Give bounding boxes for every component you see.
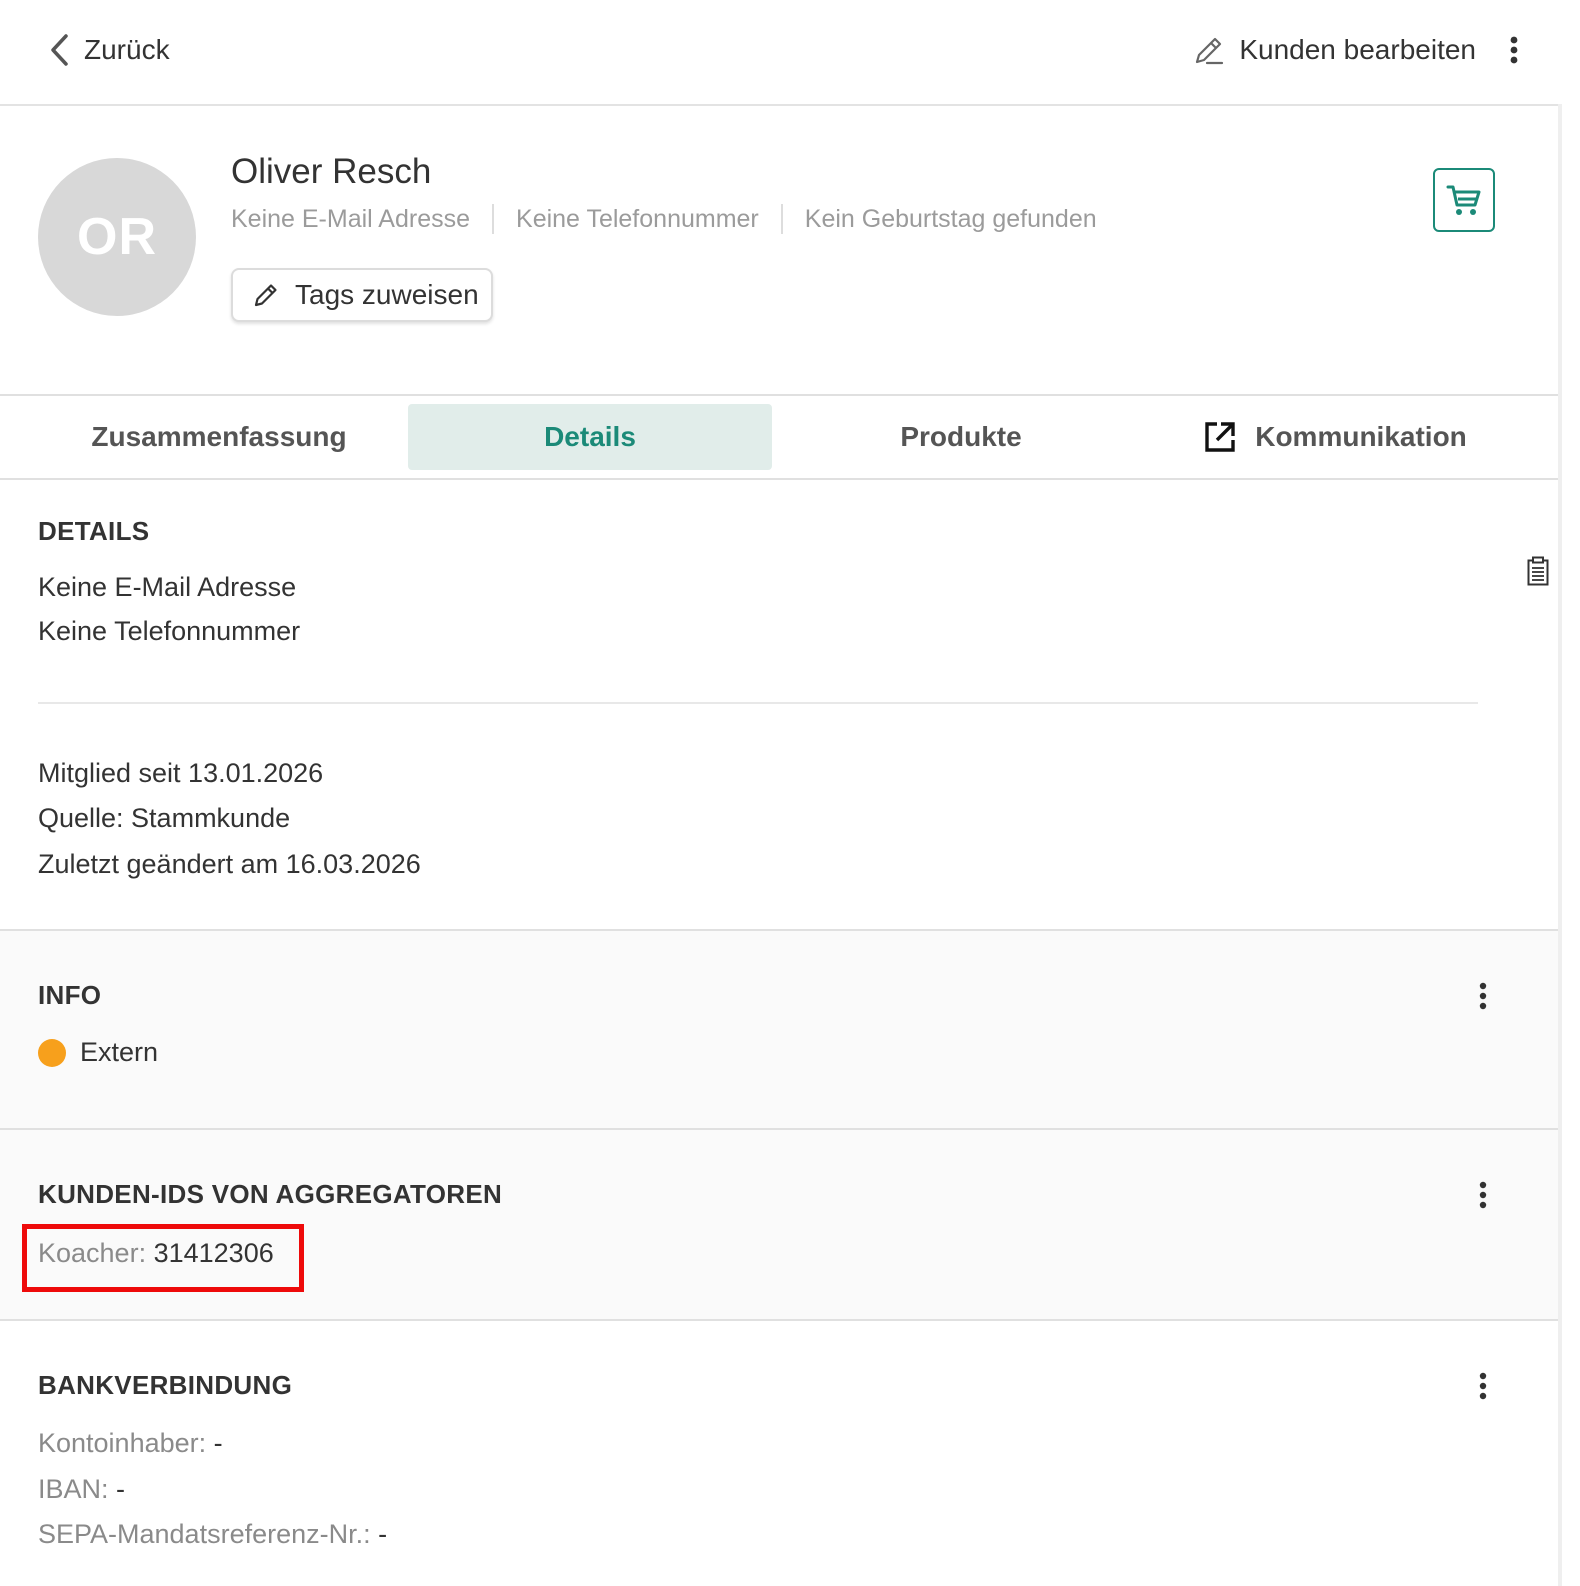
bank-sepa-value: - [378,1519,388,1549]
bank-holder-value: - [213,1428,223,1458]
avatar: OR [38,158,196,316]
shopping-cart-icon [1445,181,1483,219]
meta-birthday: Kein Geburtstag gefunden [804,204,1097,233]
pencil-icon [253,282,279,308]
bank-iban-label: IBAN: [38,1474,109,1504]
bank-holder: Kontoinhaber: - [38,1428,223,1459]
meta-phone: Keine Telefonnummer [516,204,759,233]
info-more-button[interactable] [1470,978,1496,1014]
tab-communication-label: Kommunikation [1255,421,1467,452]
status-dot-icon [38,1039,66,1067]
info-title: INFO [38,980,102,1010]
highlight-annotation [22,1224,304,1292]
meta-separator [492,204,495,234]
clipboard-icon[interactable] [1526,556,1550,586]
bank-sepa: SEPA-Mandatsreferenz-Nr.: - [38,1519,387,1550]
pencil-icon [1193,34,1225,66]
meta-email: Keine E-Mail Adresse [231,204,471,233]
more-options-button[interactable] [1500,30,1528,70]
more-vertical-icon [1479,982,1487,1010]
back-label: Zurück [84,34,170,65]
scrollbar-track[interactable] [1558,104,1562,1586]
tab-products[interactable]: Produkte [780,404,1142,470]
tab-communication[interactable]: Kommunikation [1150,404,1520,470]
bank-holder-label: Kontoinhaber: [38,1428,207,1458]
bank-more-button[interactable] [1470,1368,1496,1404]
source: Quelle: Stammkunde [38,803,291,833]
last-changed: Zuletzt geändert am 16.03.2026 [38,849,421,879]
aggregators-more-button[interactable] [1470,1177,1496,1213]
customer-meta: Keine E-Mail Adresse Keine Telefonnummer… [231,204,1097,234]
details-email: Keine E-Mail Adresse [38,572,297,602]
bank-iban-value: - [116,1474,126,1504]
edit-customer-label: Kunden bearbeiten [1239,34,1476,65]
cart-button[interactable] [1433,168,1495,232]
tab-details-label: Details [544,421,636,452]
bank-iban: IBAN: - [38,1474,125,1505]
member-since: Mitglied seit 13.01.2026 [38,758,324,788]
avatar-initials: OR [77,208,157,266]
bank-sepa-label: SEPA-Mandatsreferenz-Nr.: [38,1519,371,1549]
info-section [0,929,1558,1129]
more-vertical-icon [1479,1181,1487,1209]
bank-title: BANKVERBINDUNG [38,1370,293,1400]
tab-summary-label: Zusammenfassung [91,421,347,452]
customer-name: Oliver Resch [231,152,432,191]
more-vertical-icon [1479,1372,1487,1400]
meta-separator [780,204,783,234]
tab-products-label: Produkte [900,421,1022,452]
chevron-left-icon [48,33,70,67]
tab-summary[interactable]: Zusammenfassung [38,404,400,470]
aggregators-title: KUNDEN-IDS VON AGGREGATOREN [38,1179,503,1209]
top-bar: Zurück Kunden bearbeiten [0,0,1562,106]
details-phone: Keine Telefonnummer [38,616,301,646]
more-vertical-icon [1510,36,1518,64]
info-status-label: Extern [80,1037,159,1067]
details-divider [38,702,1478,704]
edit-customer-button[interactable]: Kunden bearbeiten [1193,26,1476,74]
details-title: DETAILS [38,516,150,546]
external-link-icon [1203,420,1237,454]
tab-details[interactable]: Details [408,404,772,470]
assign-tags-button[interactable]: Tags zuweisen [231,268,493,322]
assign-tags-label: Tags zuweisen [295,279,479,310]
tab-bar: Zusammenfassung Details Produkte Kommuni… [0,394,1558,480]
back-button[interactable]: Zurück [48,26,170,74]
